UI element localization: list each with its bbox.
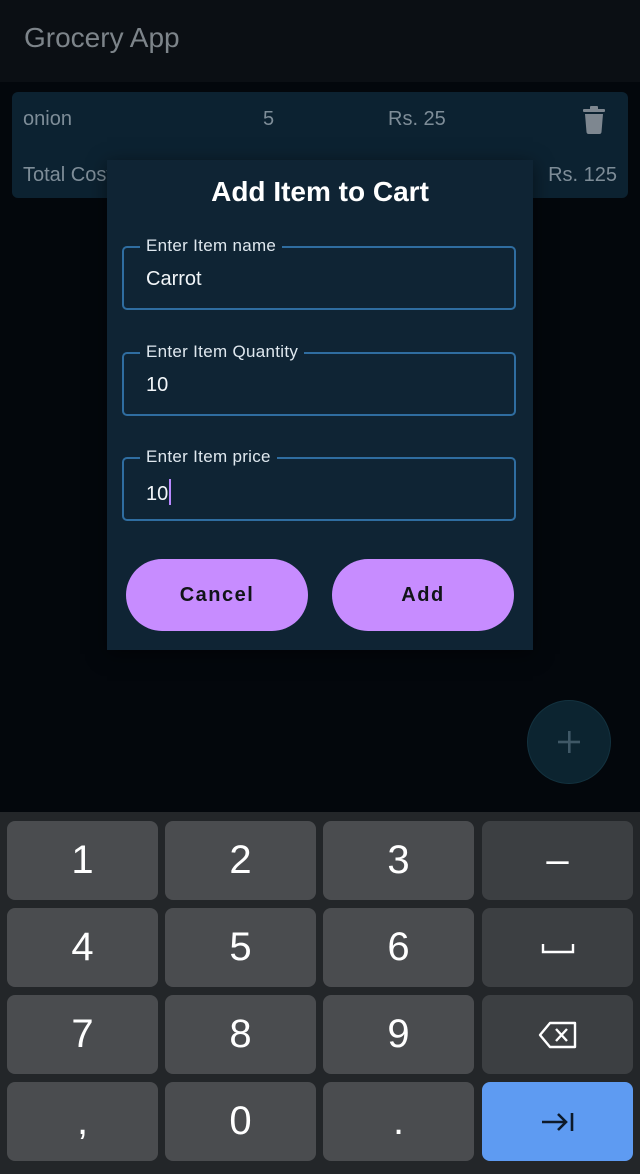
item-price: Rs. 25 xyxy=(388,108,446,130)
key-8[interactable]: 8 xyxy=(165,995,316,1074)
text-caret xyxy=(169,479,172,505)
item-price-value-wrap[interactable]: 10 xyxy=(146,479,172,506)
item-quantity-label: Enter Item Quantity xyxy=(140,342,305,362)
total-cost-value: Rs. 125 xyxy=(548,164,617,186)
add-item-dialog: Add Item to Cart Enter Item name Carrot … xyxy=(107,160,533,650)
key-9[interactable]: 9 xyxy=(323,995,474,1074)
next-icon xyxy=(541,1112,573,1131)
cancel-button[interactable]: Cancel xyxy=(126,559,308,631)
key-3[interactable]: 3 xyxy=(323,821,474,900)
key-1[interactable]: 1 xyxy=(7,821,158,900)
app-title: Grocery App xyxy=(24,22,180,53)
add-button[interactable]: Add xyxy=(332,559,514,631)
key-4[interactable]: 4 xyxy=(7,908,158,987)
key-2[interactable]: 2 xyxy=(165,821,316,900)
key-next[interactable] xyxy=(482,1082,633,1161)
item-quantity-value[interactable]: 10 xyxy=(146,374,168,397)
add-item-fab[interactable] xyxy=(527,700,611,784)
dialog-title: Add Item to Cart xyxy=(211,176,429,207)
key-minus[interactable]: – xyxy=(482,821,633,900)
key-period[interactable]: . xyxy=(323,1082,474,1161)
key-7[interactable]: 7 xyxy=(7,995,158,1074)
backspace-icon xyxy=(538,1021,576,1048)
key-backspace[interactable] xyxy=(482,995,633,1074)
space-icon xyxy=(541,943,574,953)
numeric-keyboard: 1 2 3 – 4 5 6 7 8 9 , 0 . xyxy=(0,812,640,1174)
key-comma[interactable]: , xyxy=(7,1082,158,1161)
item-price-label: Enter Item price xyxy=(140,447,277,467)
item-name-label: Enter Item name xyxy=(140,236,283,256)
total-cost-label: Total Cost xyxy=(23,164,112,186)
key-6[interactable]: 6 xyxy=(323,908,474,987)
item-quantity: 5 xyxy=(263,108,275,130)
plus-icon xyxy=(558,731,580,753)
delete-icon[interactable] xyxy=(582,106,606,134)
item-name: onion xyxy=(23,108,72,130)
key-0[interactable]: 0 xyxy=(165,1082,316,1161)
item-quantity-field[interactable]: Enter Item Quantity 10 xyxy=(122,342,516,416)
key-5[interactable]: 5 xyxy=(165,908,316,987)
item-name-field[interactable]: Enter Item name Carrot xyxy=(122,236,516,310)
item-price-value[interactable]: 10 xyxy=(146,483,168,505)
key-space[interactable] xyxy=(482,908,633,987)
item-price-field[interactable]: Enter Item price 10 xyxy=(122,447,516,521)
app-bar: Grocery App xyxy=(0,0,640,82)
item-name-value[interactable]: Carrot xyxy=(146,268,202,291)
